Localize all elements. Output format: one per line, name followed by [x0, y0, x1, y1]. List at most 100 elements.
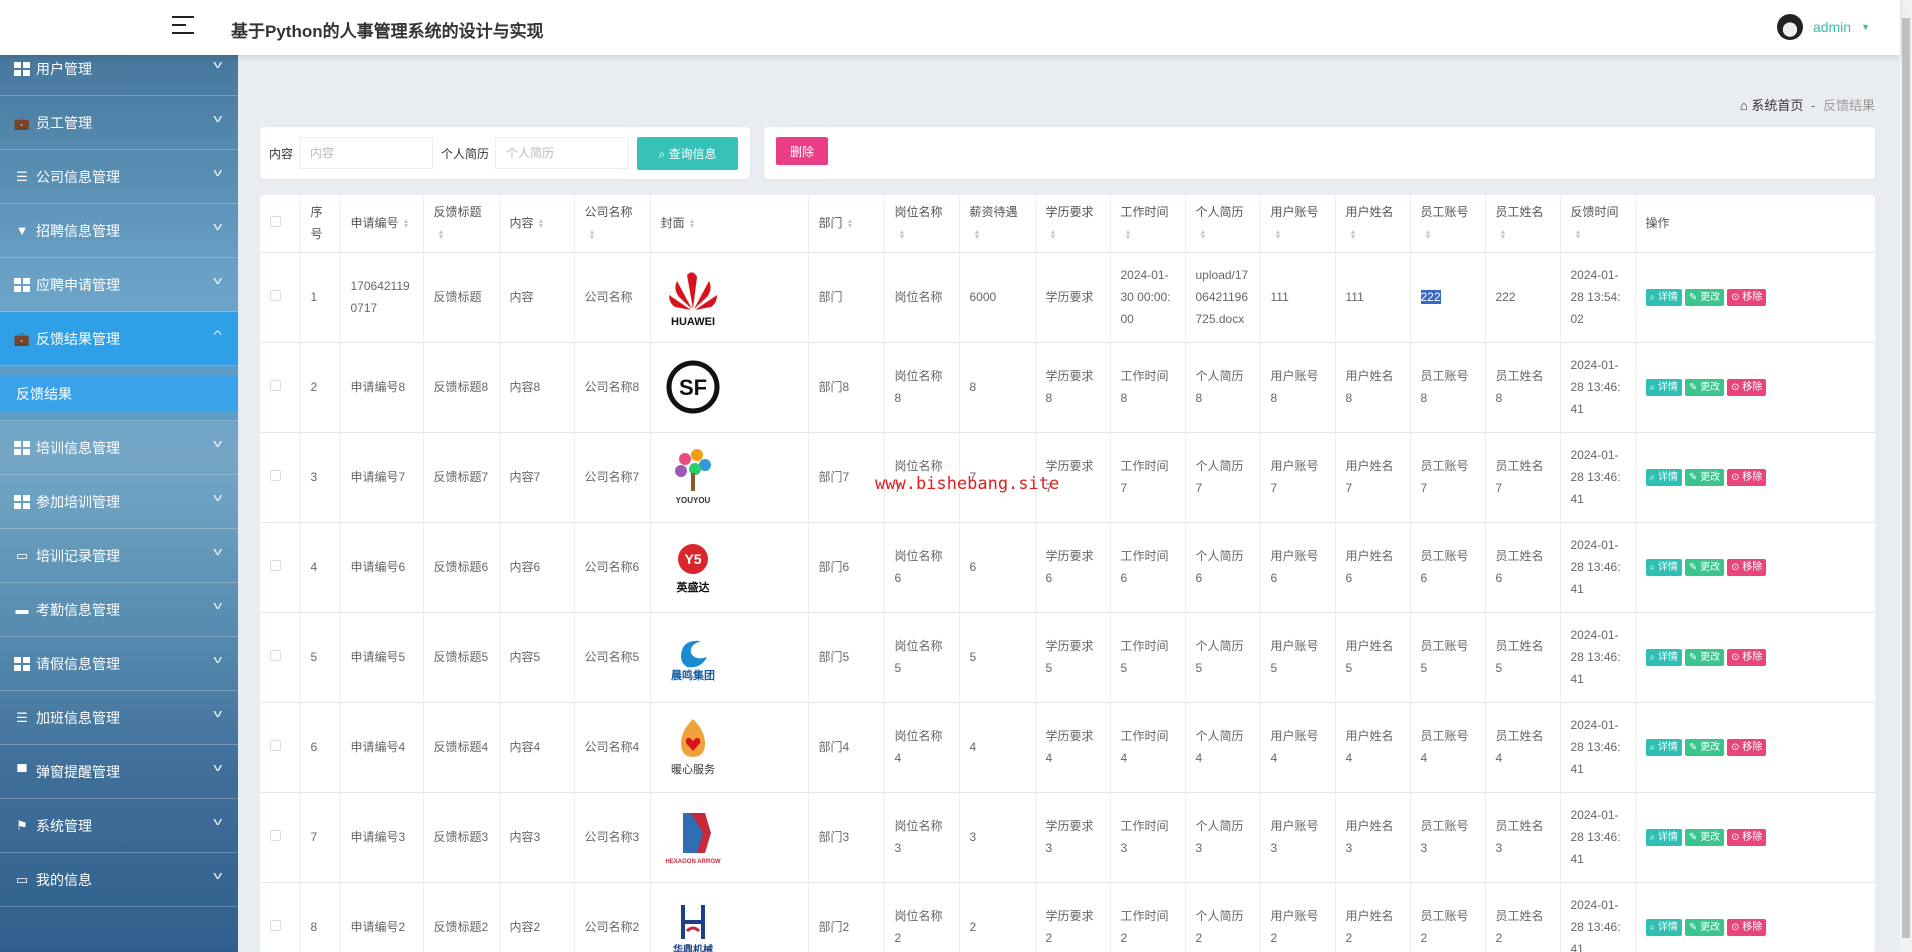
sort-icon[interactable]: ▲ ▼: [847, 218, 854, 230]
remove-button[interactable]: ⊙ 移除: [1727, 558, 1767, 576]
sort-icon[interactable]: ▲ ▼: [1425, 229, 1432, 241]
sidebar-item[interactable]: ▀ 弹窗提醒管理 v: [0, 745, 238, 799]
sort-icon[interactable]: ▲ ▼: [1500, 229, 1507, 241]
sidebar-item[interactable]: ☰ 公司信息管理 v: [0, 150, 238, 204]
detail-button[interactable]: ⌕ 详情: [1645, 558, 1682, 576]
column-header-label: 薪资待遇: [969, 205, 1018, 220]
sidebar-item[interactable]: ⚑ 系统管理 v: [0, 799, 238, 853]
column-header[interactable]: 申请编号 ▲ ▼: [340, 195, 424, 253]
sidebar-item[interactable]: 参加培训管理 v: [0, 475, 238, 529]
remove-button[interactable]: ⊙ 移除: [1727, 288, 1767, 306]
detail-button[interactable]: ⌕ 详情: [1645, 918, 1682, 936]
row-checkbox[interactable]: [270, 290, 281, 301]
sidebar-item[interactable]: 💼 员工管理 v: [0, 96, 238, 150]
column-header[interactable]: 反馈标题 ▲ ▼: [423, 195, 500, 253]
query-button[interactable]: ⌕ 查询信息: [637, 136, 739, 170]
column-header[interactable]: 反馈时间 ▲ ▼: [1560, 195, 1636, 253]
pencil-icon: ✎: [1688, 471, 1701, 483]
sidebar-item[interactable]: 应聘申请管理 v: [0, 258, 238, 312]
row-checkbox[interactable]: [270, 740, 281, 751]
column-header[interactable]: 公司名称 ▲ ▼: [574, 195, 651, 253]
scrollbar-thumb[interactable]: [1902, 18, 1910, 938]
sidebar-item[interactable]: ▭ 培训记录管理 v: [0, 529, 238, 583]
row-checkbox[interactable]: [270, 560, 281, 571]
row-checkbox[interactable]: [270, 650, 281, 661]
detail-button[interactable]: ⌕ 详情: [1645, 648, 1682, 666]
sort-icon[interactable]: ▲ ▼: [1575, 229, 1582, 241]
edit-button[interactable]: ✎ 更改: [1684, 468, 1725, 486]
detail-button[interactable]: ⌕ 详情: [1645, 378, 1682, 396]
sort-icon[interactable]: ▲ ▼: [899, 229, 906, 241]
edit-button[interactable]: ✎ 更改: [1684, 288, 1725, 306]
sidebar-item[interactable]: ☰ 加班信息管理 v: [0, 691, 238, 745]
page-scrollbar[interactable]: [1900, 0, 1912, 952]
sidebar-item[interactable]: ▬ 考勤信息管理 v: [0, 583, 238, 637]
sidebar-item[interactable]: 培训信息管理 v: [0, 421, 238, 475]
column-header[interactable]: 薪资待遇 ▲ ▼: [959, 195, 1036, 253]
select-all-checkbox[interactable]: [270, 216, 281, 228]
sidebar-item[interactable]: 💼 反馈结果管理 ^: [0, 312, 238, 366]
sort-icon[interactable]: ▲ ▼: [589, 229, 596, 241]
column-header[interactable]: 部门 ▲ ▼: [808, 195, 885, 253]
sort-icon[interactable]: ▲ ▼: [1200, 229, 1207, 241]
sort-icon[interactable]: ▲ ▼: [974, 229, 981, 241]
column-header[interactable]: 员工账号 ▲ ▼: [1410, 195, 1486, 253]
sort-icon[interactable]: ▲ ▼: [538, 218, 545, 230]
actions-cell: ⌕ 详情 ✎ 更改 ⊙ 移除: [1635, 702, 1875, 793]
edit-button[interactable]: ✎ 更改: [1684, 828, 1725, 846]
sort-icon[interactable]: ▲ ▼: [689, 218, 696, 230]
position-name-cell: 岗位名称4: [884, 702, 960, 793]
education-requirement-value: 学历要求2: [1045, 909, 1094, 945]
sort-icon[interactable]: ▲ ▼: [403, 218, 410, 230]
sort-icon[interactable]: ▲ ▼: [1125, 229, 1132, 241]
remove-button[interactable]: ⊙ 移除: [1727, 738, 1767, 756]
column-header-label: 工作时间: [1120, 205, 1169, 220]
application-no-value: 申请编号7: [350, 470, 406, 484]
remove-button[interactable]: ⊙ 移除: [1727, 828, 1767, 846]
sidebar-item[interactable]: 用户管理 v: [0, 55, 238, 96]
application-no-value: 申请编号2: [350, 920, 406, 934]
detail-button[interactable]: ⌕ 详情: [1645, 288, 1682, 306]
column-header[interactable]: 内容 ▲ ▼: [499, 195, 575, 253]
edit-button-label: 更改: [1700, 651, 1721, 663]
sidebar-item[interactable]: ▭ 我的信息 v: [0, 853, 238, 907]
menu-toggle-icon[interactable]: [172, 16, 194, 36]
sidebar-item[interactable]: 请假信息管理 v: [0, 637, 238, 691]
sort-icon[interactable]: ▲ ▼: [1275, 229, 1282, 241]
column-header[interactable]: 岗位名称 ▲ ▼: [884, 195, 960, 253]
sort-icon[interactable]: ▲ ▼: [438, 229, 445, 241]
user-name-cell: 用户姓名3: [1335, 792, 1411, 883]
column-header[interactable]: 学历要求 ▲ ▼: [1035, 195, 1111, 253]
row-checkbox[interactable]: [270, 380, 281, 391]
row-checkbox[interactable]: [270, 830, 281, 841]
detail-button[interactable]: ⌕ 详情: [1645, 738, 1682, 756]
column-header[interactable]: 用户账号 ▲ ▼: [1260, 195, 1336, 253]
user-menu[interactable]: admin ▼: [1776, 14, 1870, 40]
edit-button[interactable]: ✎ 更改: [1684, 558, 1725, 576]
edit-button[interactable]: ✎ 更改: [1684, 648, 1725, 666]
column-header[interactable]: 工作时间 ▲ ▼: [1110, 195, 1186, 253]
breadcrumb-home[interactable]: 系统首页: [1751, 98, 1803, 113]
sort-icon[interactable]: ▲ ▼: [1050, 229, 1057, 241]
row-checkbox[interactable]: [270, 470, 281, 481]
detail-button[interactable]: ⌕ 详情: [1645, 468, 1682, 486]
remove-button[interactable]: ⊙ 移除: [1727, 648, 1767, 666]
column-header[interactable]: 个人简历 ▲ ▼: [1185, 195, 1261, 253]
column-header[interactable]: 封面 ▲ ▼: [650, 195, 809, 253]
column-header[interactable]: 用户姓名 ▲ ▼: [1335, 195, 1411, 253]
edit-button[interactable]: ✎ 更改: [1684, 378, 1725, 396]
remove-button[interactable]: ⊙ 移除: [1727, 918, 1767, 936]
resume-search-input[interactable]: [495, 137, 630, 169]
remove-button[interactable]: ⊙ 移除: [1727, 378, 1767, 396]
edit-button[interactable]: ✎ 更改: [1684, 918, 1725, 936]
content-search-input[interactable]: [299, 137, 434, 169]
remove-button[interactable]: ⊙ 移除: [1727, 468, 1767, 486]
edit-button[interactable]: ✎ 更改: [1684, 738, 1725, 756]
column-header[interactable]: 员工姓名 ▲ ▼: [1485, 195, 1561, 253]
sidebar-item[interactable]: ▼ 招聘信息管理 v: [0, 204, 238, 258]
row-checkbox[interactable]: [270, 920, 281, 931]
delete-button[interactable]: 删除: [776, 137, 828, 165]
sort-icon[interactable]: ▲ ▼: [1350, 229, 1357, 241]
sidebar-subitem[interactable]: 反馈结果: [0, 376, 238, 412]
detail-button[interactable]: ⌕ 详情: [1645, 828, 1682, 846]
